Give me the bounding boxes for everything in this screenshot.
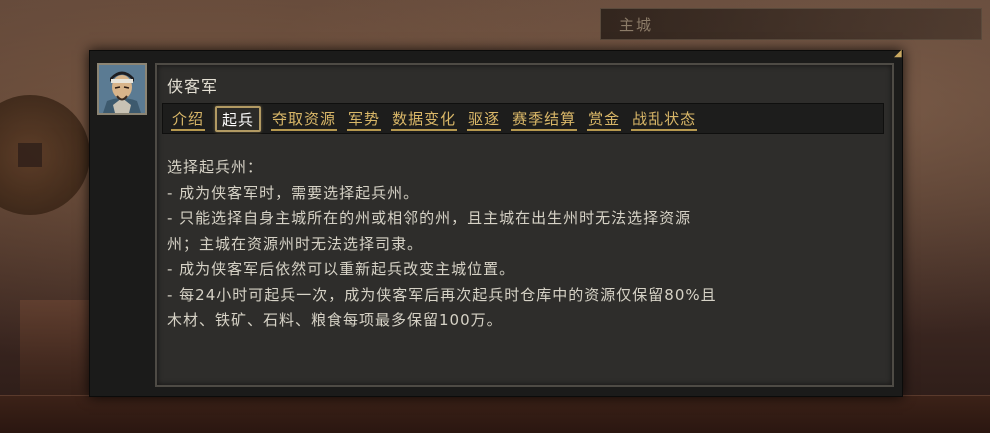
tab-6[interactable]: 赛季结算: [511, 107, 578, 131]
content-line: - 每24小时可起兵一次，成为侠客军后再次起兵时仓库中的资源仅保留80%且: [167, 285, 717, 304]
warrior-portrait-icon: [97, 63, 147, 115]
content-line: 木材、铁矿、石料、粮食每项最多保留100万。: [167, 311, 503, 329]
content-text-area: 选择起兵州： - 成为侠客军时，需要选择起兵州。 - 只能选择自身主城所在的州或相邻…: [167, 155, 877, 334]
tab-7[interactable]: 赏金: [587, 107, 622, 131]
background-city-label: 主城: [619, 16, 654, 34]
dialog-title: 侠客军: [167, 77, 219, 96]
content-panel: 侠客军 介绍 起兵 夺取资源 军势 数据变化 驱逐 赛季结算 赏金 战乱状态 选择起兵州： - 成…: [155, 63, 894, 387]
content-line: - 成为侠客军后依然可以重新起兵改变主城位置。: [167, 260, 516, 278]
content-line: - 只能选择自身主城所在的州或相邻的州，且主城在出生州时无法选择资源: [167, 209, 692, 227]
background-bottom-bar: [0, 395, 990, 433]
content-line: 州；主城在资源州时无法选择司隶。: [167, 234, 424, 253]
tab-1[interactable]: 起兵: [215, 105, 262, 132]
tab-5[interactable]: 驱逐: [467, 107, 502, 131]
tab-3[interactable]: 军势: [347, 107, 382, 131]
tab-bar: 介绍 起兵 夺取资源 军势 数据变化 驱逐 赛季结算 赏金 战乱状态: [162, 103, 884, 134]
tab-2[interactable]: 夺取资源: [271, 107, 338, 131]
tab-8[interactable]: 战乱状态: [631, 107, 698, 131]
tab-0[interactable]: 介绍: [171, 107, 206, 131]
game-scene: 主城 ◢ 侠客军 介绍 起兵 夺取资源 军势 数据变化 驱逐 赛季结算 赏金 战乱状态 选择起兵…: [0, 0, 990, 433]
corner-ornament-icon: ◢: [894, 48, 902, 59]
tab-4[interactable]: 数据变化: [391, 107, 458, 131]
content-line: 选择起兵州：: [167, 158, 264, 176]
background-city-panel: 主城: [600, 8, 982, 40]
info-dialog: ◢ 侠客军 介绍 起兵 夺取资源 军势 数据变化 驱逐 赛季结算 赏金 战乱状态 选择起兵州： -…: [89, 48, 903, 397]
background-coin-decoration: [0, 95, 90, 215]
content-line: - 成为侠客军时，需要选择起兵州。: [167, 183, 420, 202]
